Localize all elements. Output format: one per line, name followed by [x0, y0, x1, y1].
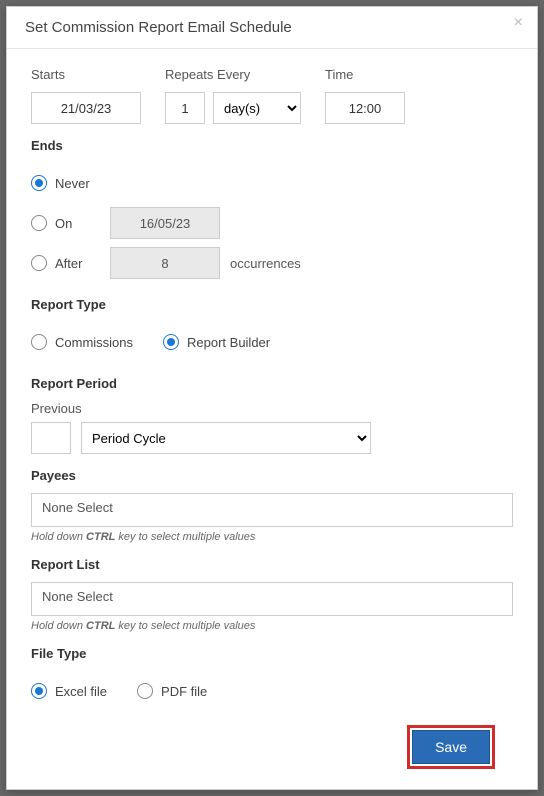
ends-never-label[interactable]: Never	[55, 176, 90, 191]
repeats-count-input[interactable]	[165, 92, 205, 124]
report-list-select[interactable]: None Select	[31, 582, 513, 616]
ends-after-count-input[interactable]	[110, 247, 220, 279]
modal-footer: Save	[31, 711, 513, 789]
starts-field: Starts	[31, 67, 141, 124]
save-highlight: Save	[407, 725, 495, 769]
pdf-label[interactable]: PDF file	[161, 684, 207, 699]
report-period-count-input[interactable]	[31, 422, 71, 454]
time-input[interactable]	[325, 92, 405, 124]
starts-label: Starts	[31, 67, 141, 82]
ends-on-date-input[interactable]	[110, 207, 220, 239]
report-period-label: Report Period	[31, 376, 513, 391]
payees-hint: Hold down CTRL key to select multiple va…	[31, 531, 513, 543]
starts-input[interactable]	[31, 92, 141, 124]
file-type-label: File Type	[31, 646, 513, 661]
repeats-unit-select[interactable]: day(s)	[213, 92, 301, 124]
ends-on-row: On	[31, 203, 513, 243]
time-label: Time	[325, 67, 405, 82]
ends-after-label[interactable]: After	[55, 256, 110, 271]
time-field: Time	[325, 67, 405, 124]
ends-never-radio[interactable]	[31, 175, 47, 191]
report-type-row: Commissions Report Builder	[31, 322, 513, 362]
close-icon[interactable]: ×	[514, 15, 523, 31]
file-type-row: Excel file PDF file	[31, 671, 513, 711]
schedule-row: Starts Repeats Every day(s) Time	[31, 67, 513, 124]
excel-radio[interactable]	[31, 683, 47, 699]
report-builder-label[interactable]: Report Builder	[187, 335, 270, 350]
report-type-label: Report Type	[31, 297, 513, 312]
ends-on-radio[interactable]	[31, 215, 47, 231]
commissions-radio[interactable]	[31, 334, 47, 350]
report-period-cycle-select[interactable]: Period Cycle	[81, 422, 371, 454]
modal-title: Set Commission Report Email Schedule	[25, 19, 292, 36]
ends-label: Ends	[31, 138, 513, 153]
ends-on-label[interactable]: On	[55, 216, 110, 231]
ends-never-row: Never	[31, 163, 513, 203]
modal-header: Set Commission Report Email Schedule ×	[7, 7, 537, 49]
excel-label[interactable]: Excel file	[55, 684, 107, 699]
repeats-field: Repeats Every day(s)	[165, 67, 301, 124]
payees-label: Payees	[31, 468, 513, 483]
pdf-radio[interactable]	[137, 683, 153, 699]
report-period-row: Period Cycle	[31, 422, 513, 454]
save-button[interactable]: Save	[412, 730, 490, 764]
report-builder-radio[interactable]	[163, 334, 179, 350]
ends-after-row: After occurrences	[31, 243, 513, 283]
occurrences-label: occurrences	[230, 256, 301, 271]
report-list-label: Report List	[31, 557, 513, 572]
modal-dialog: Set Commission Report Email Schedule × S…	[6, 6, 538, 790]
ends-after-radio[interactable]	[31, 255, 47, 271]
report-list-hint: Hold down CTRL key to select multiple va…	[31, 620, 513, 632]
modal-body: Starts Repeats Every day(s) Time Ends	[7, 49, 537, 789]
repeats-label: Repeats Every	[165, 67, 301, 82]
payees-select[interactable]: None Select	[31, 493, 513, 527]
previous-label: Previous	[31, 401, 513, 416]
commissions-label[interactable]: Commissions	[55, 335, 133, 350]
